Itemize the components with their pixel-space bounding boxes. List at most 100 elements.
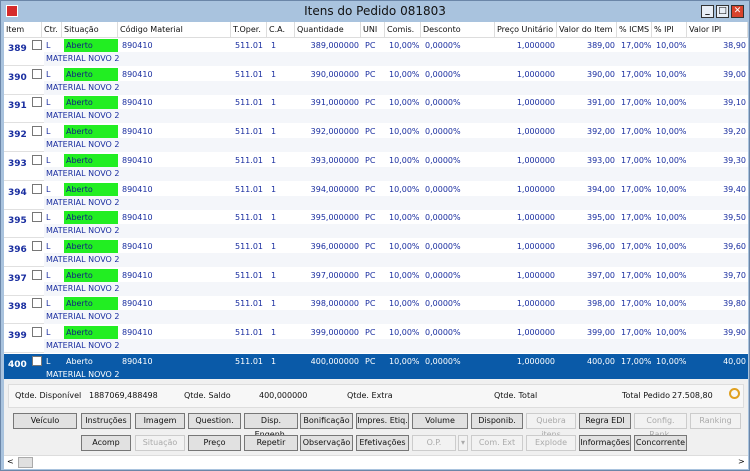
cell-ipi: 10,00% [656, 184, 687, 194]
magnifier-icon[interactable] [729, 388, 740, 399]
button-concorrente[interactable]: Concorrente [634, 435, 687, 451]
button-explode[interactable]: Explode [526, 435, 576, 451]
scroll-right-button[interactable]: > [738, 457, 745, 466]
table-row[interactable]: 396 L Aberto 890410 511.01 1 396,000000 PC 10,00… [4, 239, 748, 267]
row-checkbox[interactable] [32, 212, 42, 223]
button-instruções[interactable]: Instruções [81, 413, 131, 429]
item-number: 397 [8, 273, 27, 284]
button-situação[interactable]: Situação [135, 435, 185, 451]
cell-codigo: 890410 [122, 127, 153, 137]
column-header[interactable]: Quantidade [295, 22, 361, 38]
cell-qtd: 394,000000 [310, 184, 359, 194]
button-impres-etiq-[interactable]: Impres. Etiq. [356, 413, 409, 429]
column-header[interactable]: C.A. [267, 22, 295, 38]
row-checkbox[interactable] [32, 327, 42, 337]
cell-desc: 0,0000% [425, 270, 461, 280]
row-checkbox[interactable] [32, 68, 42, 79]
cell-ctr: L [46, 98, 51, 108]
button-bonificação[interactable]: Bonificação [300, 413, 353, 429]
cell-valor: 391,00 [587, 98, 615, 108]
table-row[interactable]: 398 L Aberto 890410 511.01 1 398,000000 PC 10,00… [4, 296, 748, 325]
column-header[interactable]: Comis. [385, 22, 421, 38]
item-number: 392 [8, 130, 27, 141]
column-header[interactable]: UNI [361, 22, 385, 38]
row-checkbox[interactable] [32, 183, 42, 194]
cell-toper: 511.01 [235, 213, 263, 223]
table-row[interactable]: 397 L Aberto 890410 511.01 1 397,000000 PC 10,00… [4, 268, 748, 296]
button-quebra-itens[interactable]: Quebra itens [526, 413, 576, 439]
cell-icms: 17,00% [621, 270, 652, 280]
table-row[interactable]: 400 L Aberto 890410 511.01 1 400,000000 PC 10,00… [4, 353, 748, 379]
button-repetir[interactable]: Repetir [244, 435, 298, 451]
table-row[interactable]: 392 L Aberto 890410 511.01 1 392,000000 PC 10,00… [4, 124, 748, 153]
items-grid[interactable]: Item Ctr. Situação Código Material T.Oper. C.… [4, 22, 748, 379]
button-acomp[interactable]: Acomp [81, 435, 131, 451]
button-com-ext[interactable]: Com. Ext [471, 435, 523, 451]
row-checkbox[interactable] [32, 269, 42, 280]
button-ranking[interactable]: Ranking [690, 413, 741, 429]
cell-preco: 1,000000 [516, 184, 555, 194]
button-question-[interactable]: Question. [188, 413, 241, 429]
close-button[interactable]: ✕ [731, 5, 744, 18]
column-header[interactable]: Preço Unitário [495, 22, 557, 38]
button-volume[interactable]: Volume [412, 413, 468, 429]
table-row[interactable]: 390 L Aberto 890410 511.01 1 390,000000 PC 10,00… [4, 67, 748, 95]
table-row[interactable]: 393 L Aberto 890410 511.01 1 393,000000 PC 10,00… [4, 153, 748, 181]
cell-uni: PC [365, 127, 376, 137]
column-header[interactable]: Código Material [118, 22, 231, 38]
column-header[interactable]: Valor do Item [557, 22, 617, 38]
cell-qtd: 390,000000 [310, 69, 359, 79]
column-header[interactable]: Desconto [421, 22, 495, 38]
cell-vipi: 39,40 [723, 184, 746, 194]
button-observação[interactable]: Observação [300, 435, 353, 451]
table-row[interactable]: 399 L Aberto 890410 511.01 1 399,000000 PC 10,00… [4, 325, 748, 353]
cell-icms: 17,00% [621, 127, 652, 137]
row-checkbox[interactable] [32, 40, 42, 50]
row-checkbox[interactable] [32, 126, 42, 137]
cell-uni: PC [365, 69, 376, 79]
row-checkbox[interactable] [32, 298, 42, 309]
button-disponib-[interactable]: Disponib. [471, 413, 523, 429]
column-header[interactable]: % ICMS [617, 22, 652, 38]
cell-situacao: Aberto [66, 356, 93, 366]
column-header[interactable]: % IPI [652, 22, 687, 38]
scroll-left-button[interactable]: < [7, 457, 14, 466]
table-row[interactable]: 395 L Aberto 890410 511.01 1 395,000000 PC 10,00… [4, 210, 748, 239]
column-header[interactable]: Item [4, 22, 42, 38]
cell-valor: 399,00 [587, 328, 615, 337]
cell-icms: 17,00% [621, 299, 652, 309]
cell-toper: 511.01 [235, 127, 263, 137]
cell-uni: PC [365, 98, 376, 108]
column-header[interactable]: T.Oper. [231, 22, 267, 38]
table-row[interactable]: 389 L Aberto 890410 511.01 1 389,000000 PC 10,00… [4, 38, 748, 66]
column-header[interactable]: Ctr. [42, 22, 62, 38]
row-checkbox[interactable] [32, 154, 42, 165]
cell-vipi: 39,70 [723, 270, 746, 280]
column-header[interactable]: Valor IPI [687, 22, 748, 38]
cell-desc: 0,0000% [425, 241, 461, 251]
button-imagem[interactable]: Imagem [135, 413, 185, 429]
button-disp-engenh-[interactable]: Disp. Engenh. [244, 413, 298, 439]
scroll-thumb[interactable] [18, 457, 33, 468]
horizontal-scrollbar[interactable]: < > [4, 455, 748, 469]
cell-vipi: 39,50 [723, 213, 746, 223]
row-checkbox[interactable] [32, 240, 42, 251]
maximize-button[interactable]: □ [716, 5, 729, 18]
button-regra-edi[interactable]: Regra EDI [579, 413, 631, 429]
table-row[interactable]: 394 L Aberto 890410 511.01 1 394,000000 PC 10,00… [4, 182, 748, 210]
button-efetivações[interactable]: Efetivações [356, 435, 409, 451]
button-preço[interactable]: Preço [188, 435, 241, 451]
cell-material: MATERIAL NOVO 2 [46, 197, 120, 207]
minimize-button[interactable]: _ [701, 5, 714, 18]
row-checkbox[interactable] [32, 355, 42, 366]
column-header[interactable]: Situação [62, 22, 118, 38]
row-checkbox[interactable] [32, 97, 42, 108]
cell-desc: 0,0000% [425, 41, 461, 50]
button-config-rank-[interactable]: Config. Rank. [634, 413, 687, 439]
op-dropdown-button[interactable]: ▾ [458, 435, 468, 451]
button-o-p-[interactable]: O.P. [412, 435, 456, 451]
button-veículo[interactable]: Veículo [13, 413, 77, 429]
button-informações[interactable]: Informações [579, 435, 631, 451]
table-row[interactable]: 391 L Aberto 890410 511.01 1 391,000000 PC 10,00… [4, 95, 748, 124]
cell-material: MATERIAL NOVO 2 [46, 369, 120, 379]
